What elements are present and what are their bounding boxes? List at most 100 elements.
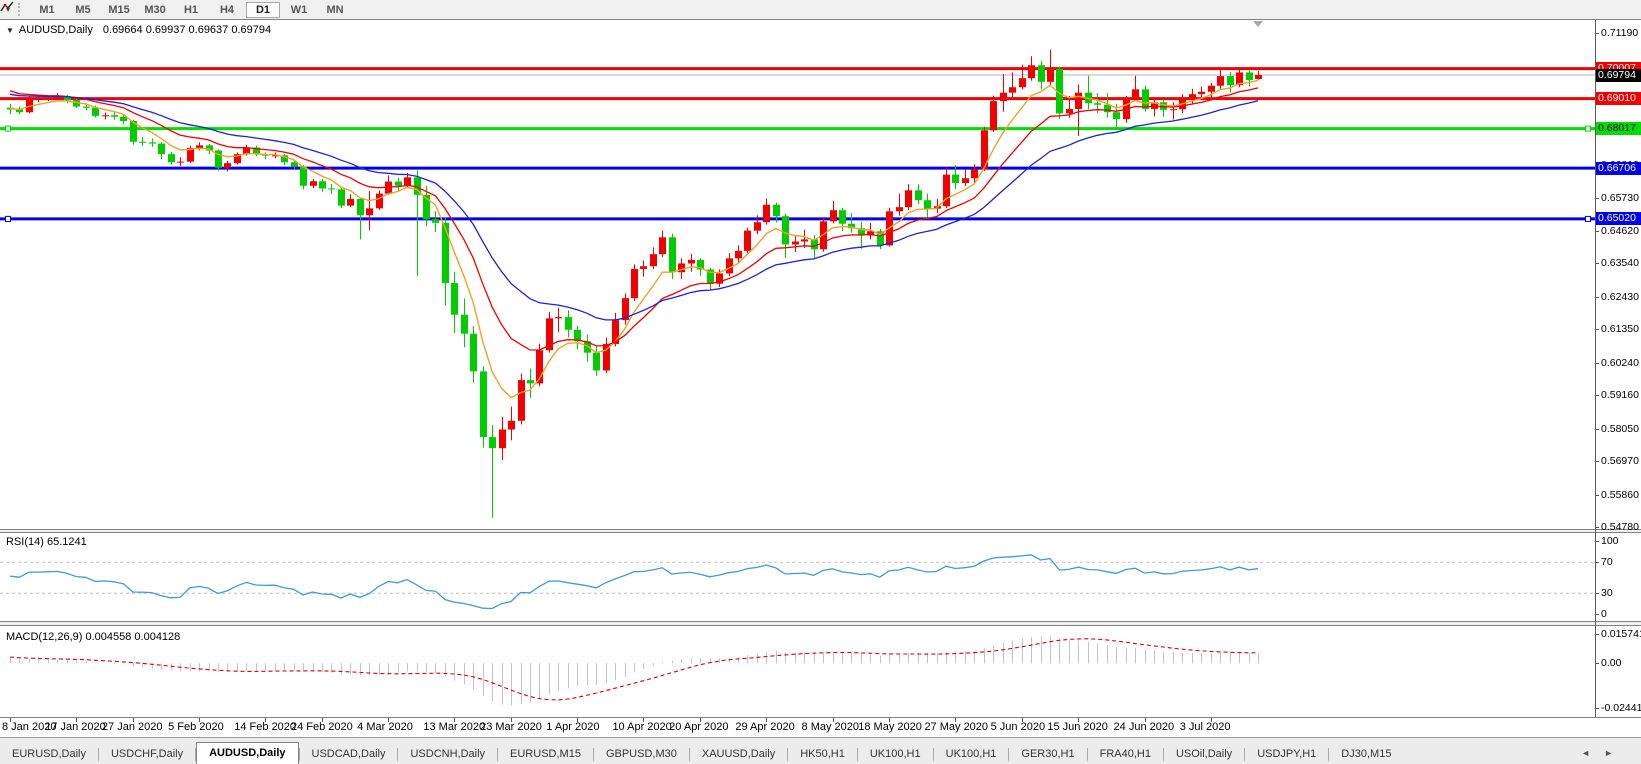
candle-body [168, 154, 175, 162]
chart-canvas[interactable] [0, 0, 1641, 764]
tab-scroll-arrows: ◄► [1581, 748, 1627, 758]
date-label: 1 Apr 2020 [546, 721, 599, 733]
candle-body [395, 182, 402, 186]
candle-body [149, 142, 156, 143]
line-anchor-handle[interactable] [1586, 126, 1591, 131]
rsi-tick-label: 30 [1601, 587, 1613, 599]
price-tick-label: 0.56970 [1601, 455, 1639, 467]
price-tick-label: 0.64620 [1601, 225, 1639, 237]
date-label: 24 Feb 2020 [291, 721, 353, 733]
tab-usoil-daily[interactable]: USOil,Daily [1164, 745, 1244, 764]
candle-body [971, 169, 978, 178]
candle-body [1028, 65, 1035, 78]
candle-body [990, 101, 997, 130]
price-tick-label: 0.65730 [1601, 192, 1639, 204]
candle-body [300, 166, 307, 185]
tab-usdjpy-h1[interactable]: USDJPY,H1 [1245, 745, 1328, 764]
candle-body [1066, 109, 1073, 114]
macd-tick-label: -0.024412 [1601, 702, 1641, 714]
candle-body [773, 205, 780, 216]
collapse-icon[interactable]: ▼ [6, 26, 14, 35]
tab-eurusd-m15[interactable]: EURUSD,M15 [498, 745, 593, 764]
candle-body [801, 239, 808, 241]
line-anchor-handle[interactable] [6, 216, 11, 221]
rsi-line [10, 555, 1258, 609]
date-label: 15 Jun 2020 [1047, 721, 1108, 733]
candle-body [224, 163, 231, 168]
splitter-rsi-macd[interactable] [0, 621, 1641, 626]
tab-uk100-h1[interactable]: UK100,H1 [934, 745, 1009, 764]
tab-uk100-h1[interactable]: UK100,H1 [858, 745, 933, 764]
price-tick-label: 0.62430 [1601, 291, 1639, 303]
date-label: 3 Jul 2020 [1180, 721, 1231, 733]
tab-usdcnh-daily[interactable]: USDCNH,Daily [398, 745, 497, 764]
price-tick-label: 0.54780 [1601, 521, 1639, 533]
candle-body [1227, 76, 1234, 85]
candle-body [470, 334, 477, 372]
shift-marker-icon [1253, 21, 1263, 27]
splitter-main-rsi[interactable] [0, 529, 1641, 533]
candle-body [319, 181, 326, 188]
date-label: 29 Apr 2020 [735, 721, 794, 733]
date-label: 8 May 2020 [802, 721, 859, 733]
candle-body [688, 260, 695, 264]
candle-body [924, 200, 931, 208]
candle-body [518, 380, 525, 421]
axis-tick [1595, 363, 1599, 364]
tab-usdchf-daily[interactable]: USDCHF,Daily [99, 745, 195, 764]
rsi-panel[interactable] [0, 555, 1595, 609]
axis-tick [1595, 297, 1599, 298]
candle-body [338, 189, 345, 205]
macd-panel[interactable] [10, 636, 1259, 705]
tab-usdcad-daily[interactable]: USDCAD,Daily [300, 745, 398, 764]
candle-body [442, 223, 449, 283]
candle-body [451, 283, 458, 315]
date-label: 24 Jun 2020 [1114, 721, 1175, 733]
axis-tick [1595, 231, 1599, 232]
candle-body [763, 205, 770, 222]
candle-body [555, 317, 562, 318]
candle-body [1208, 86, 1215, 92]
tab-eurusd-daily[interactable]: EURUSD,Daily [0, 745, 98, 764]
date-label: 20 Apr 2020 [669, 721, 728, 733]
candle-body [102, 115, 109, 116]
candle-body [669, 237, 676, 272]
macd-tick-label: 0.00 [1601, 657, 1621, 669]
candle-body [565, 317, 572, 330]
candle-body [962, 178, 969, 183]
candle-body [735, 251, 742, 259]
candle-body [177, 162, 184, 163]
candle-body [1170, 109, 1177, 110]
main-chart-panel[interactable] [0, 50, 1595, 518]
tab-dj30-m15[interactable]: DJ30,M15 [1329, 745, 1403, 764]
date-label: 4 Mar 2020 [357, 721, 413, 733]
axis-tick [1595, 708, 1599, 709]
axis-tick [1595, 329, 1599, 330]
line-anchor-handle[interactable] [1586, 216, 1591, 221]
tab-audusd-daily[interactable]: AUDUSD,Daily [196, 742, 298, 764]
candle-body [366, 208, 373, 215]
chart-ohlc-values: 0.69664 0.69937 0.69637 0.69794 [103, 24, 271, 36]
tab-scroll-left-icon[interactable]: ◄ [1581, 748, 1604, 758]
axis-tick [1595, 541, 1599, 542]
tab-hk50-h1[interactable]: HK50,H1 [788, 745, 857, 764]
tab-xauusd-daily[interactable]: XAUUSD,Daily [690, 745, 787, 764]
chart-title: ▼AUDUSD,Daily0.69664 0.69937 0.69637 0.6… [6, 24, 271, 36]
price-tick-label: 0.59160 [1601, 389, 1639, 401]
price-tick-label: 0.63540 [1601, 257, 1639, 269]
price-tick-label: 0.58050 [1601, 423, 1639, 435]
candle-body [347, 199, 354, 206]
date-label: 14 Feb 2020 [234, 721, 296, 733]
axis-tick [1595, 614, 1599, 615]
candle-body [1217, 76, 1224, 86]
tab-gbpusd-m30[interactable]: GBPUSD,M30 [594, 745, 689, 764]
date-label: 13 Mar 2020 [423, 721, 485, 733]
price-tick-label: 0.60240 [1601, 357, 1639, 369]
tab-ger30-h1[interactable]: GER30,H1 [1009, 745, 1086, 764]
tab-fra40-h1[interactable]: FRA40,H1 [1088, 745, 1163, 764]
price-tick-label: 0.55860 [1601, 489, 1639, 501]
tab-scroll-right-icon[interactable]: ► [1604, 748, 1627, 758]
candle-body [45, 98, 52, 99]
line-anchor-handle[interactable] [6, 126, 11, 131]
mt4-window: ▾ M1M5M15M30H1H4D1W1MN ▼AUDUSD,Daily0.69… [0, 0, 1641, 764]
